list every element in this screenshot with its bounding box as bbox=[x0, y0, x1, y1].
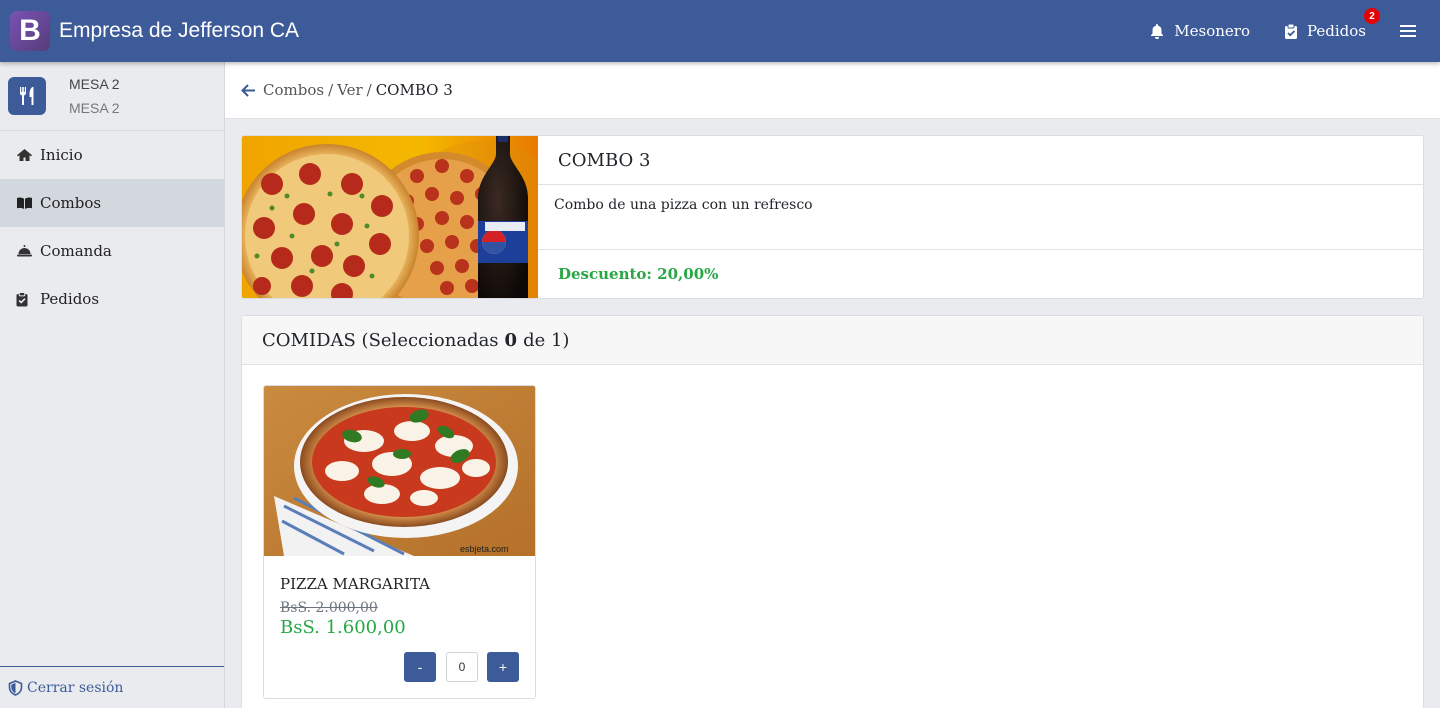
food-name: PIZZA MARGARITA bbox=[280, 575, 430, 593]
breadcrumb-current: COMBO 3 bbox=[375, 81, 453, 99]
pedidos-label: Pedidos bbox=[1306, 22, 1366, 40]
shield-icon bbox=[8, 679, 23, 696]
increase-button[interactable]: + bbox=[487, 652, 519, 682]
top-navbar: B Empresa de Jefferson CA Mesonero Pedid… bbox=[0, 0, 1440, 62]
clipboard-check-icon bbox=[16, 291, 34, 307]
logout-button[interactable]: Cerrar sesión bbox=[0, 666, 224, 708]
combo-discount: Descuento: 20,00% bbox=[558, 265, 719, 283]
bell-dish-icon bbox=[16, 244, 34, 258]
mesa-info: MESA 2 MESA 2 bbox=[0, 62, 224, 131]
sidebar-item-label: Combos bbox=[40, 194, 102, 212]
quantity-input[interactable]: 0 bbox=[446, 652, 478, 682]
combo-title: COMBO 3 bbox=[538, 136, 1423, 185]
utensils-icon bbox=[8, 77, 46, 115]
book-icon bbox=[16, 196, 34, 210]
mesa-title: MESA 2 bbox=[69, 76, 120, 92]
logout-label: Cerrar sesión bbox=[27, 679, 124, 696]
sidebar-item-comanda[interactable]: Comanda bbox=[0, 227, 224, 275]
breadcrumb: Combos / Ver / COMBO 3 bbox=[225, 62, 1440, 119]
food-price: BsS. 1.600,00 bbox=[280, 617, 406, 638]
food-old-price: BsS. 2.000,00 bbox=[280, 600, 378, 616]
breadcrumb-separator: / bbox=[328, 81, 334, 99]
comidas-title-prefix: COMIDAS (Seleccionadas bbox=[262, 329, 499, 351]
combo-image bbox=[242, 136, 538, 298]
clipboard-check-icon bbox=[1284, 23, 1298, 40]
sidebar-item-label: Pedidos bbox=[40, 290, 100, 308]
back-arrow-icon[interactable] bbox=[241, 83, 256, 97]
brand-logo[interactable]: B bbox=[10, 11, 50, 51]
food-image: esbjeta.com bbox=[264, 386, 535, 556]
pedidos-button[interactable]: Pedidos 2 bbox=[1284, 8, 1380, 40]
comidas-header: COMIDAS (Seleccionadas 0 de 1) bbox=[242, 316, 1423, 365]
sidebar-item-label: Comanda bbox=[40, 242, 112, 260]
combo-description: Combo de una pizza con un refresco bbox=[538, 185, 1423, 250]
image-watermark: esbjeta.com bbox=[460, 544, 509, 554]
home-icon bbox=[16, 148, 34, 162]
sidebar-item-pedidos[interactable]: Pedidos bbox=[0, 275, 224, 323]
combo-detail-card: COMBO 3 Combo de una pizza con un refres… bbox=[241, 135, 1424, 299]
hamburger-menu-icon[interactable] bbox=[1400, 24, 1416, 38]
bell-icon bbox=[1149, 23, 1165, 40]
sidebar-item-combos[interactable]: Combos bbox=[0, 179, 224, 227]
decrease-button[interactable]: - bbox=[404, 652, 436, 682]
sidebar: MESA 2 MESA 2 Inicio Combos Comanda Pedi… bbox=[0, 62, 225, 708]
mesonero-label: Mesonero bbox=[1174, 22, 1250, 40]
comidas-title-suffix: de 1) bbox=[523, 329, 570, 351]
company-name[interactable]: Empresa de Jefferson CA bbox=[59, 19, 299, 43]
pedidos-count-badge: 2 bbox=[1364, 8, 1380, 24]
sidebar-item-label: Inicio bbox=[40, 146, 83, 164]
comidas-panel: COMIDAS (Seleccionadas 0 de 1) esbjeta.c… bbox=[241, 315, 1424, 708]
main-content: Combos / Ver / COMBO 3 COMBO 3 Combo de … bbox=[225, 62, 1440, 708]
breadcrumb-ver-link[interactable]: Ver bbox=[337, 81, 363, 99]
mesonero-button[interactable]: Mesonero bbox=[1149, 22, 1250, 40]
breadcrumb-separator: / bbox=[366, 81, 372, 99]
comidas-selected-count: 0 bbox=[504, 329, 518, 351]
mesa-subtitle: MESA 2 bbox=[69, 100, 120, 116]
breadcrumb-combos-link[interactable]: Combos bbox=[263, 81, 324, 99]
food-card: esbjeta.com PIZZA MARGARITA BsS. 2.000,0… bbox=[263, 385, 536, 699]
quantity-stepper: - 0 + bbox=[404, 652, 519, 682]
sidebar-item-inicio[interactable]: Inicio bbox=[0, 131, 224, 179]
